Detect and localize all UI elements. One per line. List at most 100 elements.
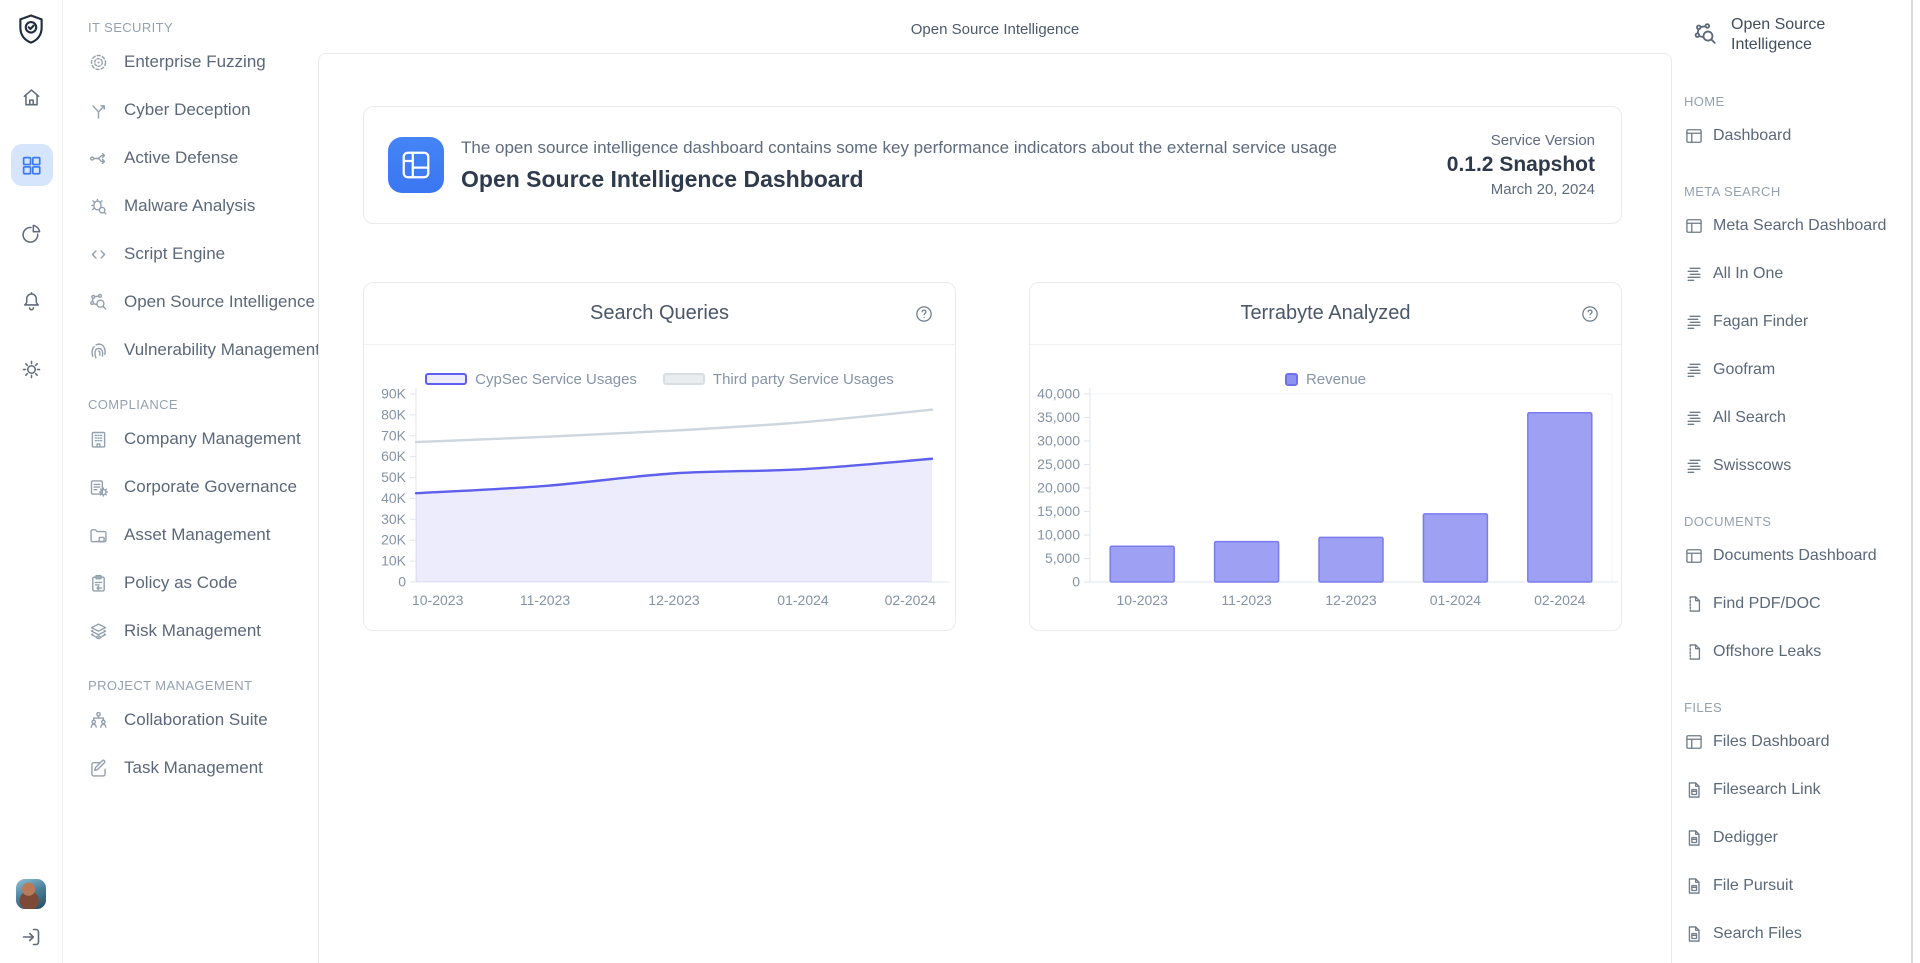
rightbar-item-dedigger[interactable]: Dedigger bbox=[1684, 814, 1906, 862]
rightbar-item-meta-search-dashboard[interactable]: Meta Search Dashboard bbox=[1684, 202, 1906, 250]
svg-text:90K: 90K bbox=[381, 386, 407, 402]
sidebar-item-vulnerability-management[interactable]: Vulnerability Management bbox=[88, 326, 318, 374]
sidebar-item-enterprise-fuzzing[interactable]: Enterprise Fuzzing bbox=[88, 38, 318, 86]
svg-text:10-2023: 10-2023 bbox=[412, 592, 464, 608]
rightbar-item-search-files[interactable]: Search Files bbox=[1684, 910, 1906, 958]
svg-text:01-2024: 01-2024 bbox=[1430, 592, 1482, 608]
sidebar-section-project-management: PROJECT MANAGEMENT bbox=[88, 676, 318, 696]
building-icon bbox=[88, 429, 109, 450]
window-icon bbox=[1684, 126, 1704, 146]
sidebar-item-risk-management[interactable]: Risk Management bbox=[88, 607, 318, 655]
nav-item-label: Dedigger bbox=[1713, 829, 1778, 847]
clipboard-arrow-icon bbox=[88, 573, 109, 594]
charts-row: Search Queries CypSec Service UsagesThir… bbox=[363, 282, 1622, 631]
nav-item-label: Policy as Code bbox=[124, 573, 237, 593]
sidebar-item-open-source-intelligence[interactable]: Open Source Intelligence bbox=[88, 278, 318, 326]
sidebar-item-active-defense[interactable]: Active Defense bbox=[88, 134, 318, 182]
layers-eye-icon bbox=[88, 621, 109, 642]
file-box-icon bbox=[1684, 780, 1704, 800]
nav-item-label: Malware Analysis bbox=[124, 196, 255, 216]
edit-square-icon bbox=[88, 758, 109, 779]
rightbar-item-swisscows[interactable]: Swisscows bbox=[1684, 442, 1906, 490]
search-queries-chart: 010K20K30K40K50K60K70K80K90K10-202311-20… bbox=[364, 383, 955, 628]
nav-item-label: All In One bbox=[1713, 265, 1783, 283]
list-gear-icon bbox=[88, 477, 109, 498]
right-sidebar-title: Open Source Intelligence bbox=[1731, 15, 1851, 55]
left-sidebar: IT SECURITYEnterprise FuzzingCyber Decep… bbox=[63, 0, 318, 963]
nav-item-label: Filesearch Link bbox=[1713, 781, 1821, 799]
nav-item-label: Dashboard bbox=[1713, 127, 1791, 145]
nav-item-label: Script Engine bbox=[124, 244, 225, 264]
list-lines-icon bbox=[1684, 456, 1704, 476]
hero-title: Open Source Intelligence Dashboard bbox=[461, 166, 1337, 193]
nav-item-label: Swisscows bbox=[1713, 457, 1791, 475]
nav-item-label: Offshore Leaks bbox=[1713, 643, 1821, 661]
rail-settings-button[interactable] bbox=[11, 348, 53, 390]
nav-item-label: Goofram bbox=[1713, 361, 1775, 379]
rightbar-item-find-pdf-doc[interactable]: Find PDF/DOC bbox=[1684, 580, 1906, 628]
bug-search-icon bbox=[88, 196, 109, 217]
user-avatar[interactable] bbox=[16, 879, 46, 909]
sidebar-item-task-management[interactable]: Task Management bbox=[88, 744, 318, 792]
svg-text:02-2024: 02-2024 bbox=[1534, 592, 1586, 608]
terrabyte-analyzed-chart: 05,00010,00015,00020,00025,00030,00035,0… bbox=[1030, 383, 1621, 628]
rightbar-item-files-dashboard[interactable]: Files Dashboard bbox=[1684, 718, 1906, 766]
service-version-date: March 20, 2024 bbox=[1447, 181, 1595, 198]
rightbar-item-goofram[interactable]: Goofram bbox=[1684, 346, 1906, 394]
sidebar-item-policy-as-code[interactable]: Policy as Code bbox=[88, 559, 318, 607]
folder-box-icon bbox=[88, 525, 109, 546]
window-icon bbox=[1684, 216, 1704, 236]
terrabyte-analyzed-card: Terrabyte Analyzed Revenue 05,00010,0001… bbox=[1029, 282, 1622, 631]
shield-check-logo-icon[interactable] bbox=[14, 12, 48, 46]
divider bbox=[364, 344, 955, 345]
list-lines-icon bbox=[1684, 408, 1704, 428]
svg-text:20,000: 20,000 bbox=[1037, 480, 1080, 496]
scrollbar[interactable] bbox=[1911, 0, 1913, 963]
icon-rail bbox=[0, 0, 63, 963]
rightbar-section-files: FILES bbox=[1684, 698, 1906, 718]
svg-text:10,000: 10,000 bbox=[1037, 527, 1080, 543]
help-icon[interactable] bbox=[914, 304, 934, 324]
home-icon bbox=[20, 86, 43, 109]
nav-item-label: Files Dashboard bbox=[1713, 733, 1830, 751]
nav-item-label: Corporate Governance bbox=[124, 477, 297, 497]
nav-item-label: All Search bbox=[1713, 409, 1786, 427]
rightbar-item-documents-dashboard[interactable]: Documents Dashboard bbox=[1684, 532, 1906, 580]
sign-out-icon[interactable] bbox=[19, 925, 43, 949]
sidebar-item-malware-analysis[interactable]: Malware Analysis bbox=[88, 182, 318, 230]
help-icon[interactable] bbox=[1580, 304, 1600, 324]
sidebar-section-compliance: COMPLIANCE bbox=[88, 395, 318, 415]
svg-text:0: 0 bbox=[398, 574, 406, 590]
sidebar-item-asset-management[interactable]: Asset Management bbox=[88, 511, 318, 559]
list-lines-icon bbox=[1684, 264, 1704, 284]
doc-icon bbox=[1684, 594, 1704, 614]
rightbar-item-all-search[interactable]: All Search bbox=[1684, 394, 1906, 442]
code-icon bbox=[88, 244, 109, 265]
sidebar-item-corporate-governance[interactable]: Corporate Governance bbox=[88, 463, 318, 511]
osint-icon bbox=[88, 292, 109, 313]
rail-analytics-button[interactable] bbox=[11, 212, 53, 254]
rightbar-item-filesearch-link[interactable]: Filesearch Link bbox=[1684, 766, 1906, 814]
rightbar-item-all-in-one[interactable]: All In One bbox=[1684, 250, 1906, 298]
sidebar-item-cyber-deception[interactable]: Cyber Deception bbox=[88, 86, 318, 134]
nav-item-label: Vulnerability Management bbox=[124, 340, 320, 360]
rail-notifications-button[interactable] bbox=[11, 280, 53, 322]
page-title: Open Source Intelligence bbox=[318, 0, 1672, 53]
svg-text:01-2024: 01-2024 bbox=[777, 592, 829, 608]
hero-description: The open source intelligence dashboard c… bbox=[461, 138, 1337, 158]
sidebar-item-company-management[interactable]: Company Management bbox=[88, 415, 318, 463]
rightbar-item-fagan-finder[interactable]: Fagan Finder bbox=[1684, 298, 1906, 346]
sidebar-item-collaboration-suite[interactable]: Collaboration Suite bbox=[88, 696, 318, 744]
svg-text:5,000: 5,000 bbox=[1045, 550, 1080, 566]
org-icon bbox=[88, 710, 109, 731]
sidebar-item-script-engine[interactable]: Script Engine bbox=[88, 230, 318, 278]
nav-item-label: Task Management bbox=[124, 758, 263, 778]
rightbar-item-file-pursuit[interactable]: File Pursuit bbox=[1684, 862, 1906, 910]
nav-item-label: Collaboration Suite bbox=[124, 710, 268, 730]
rightbar-item-offshore-leaks[interactable]: Offshore Leaks bbox=[1684, 628, 1906, 676]
svg-text:35,000: 35,000 bbox=[1037, 409, 1080, 425]
main-area: Open Source Intelligence The open source… bbox=[318, 0, 1672, 963]
rail-home-button[interactable] bbox=[11, 76, 53, 118]
rail-dashboard-button[interactable] bbox=[11, 144, 53, 186]
rightbar-item-dashboard[interactable]: Dashboard bbox=[1684, 112, 1906, 160]
